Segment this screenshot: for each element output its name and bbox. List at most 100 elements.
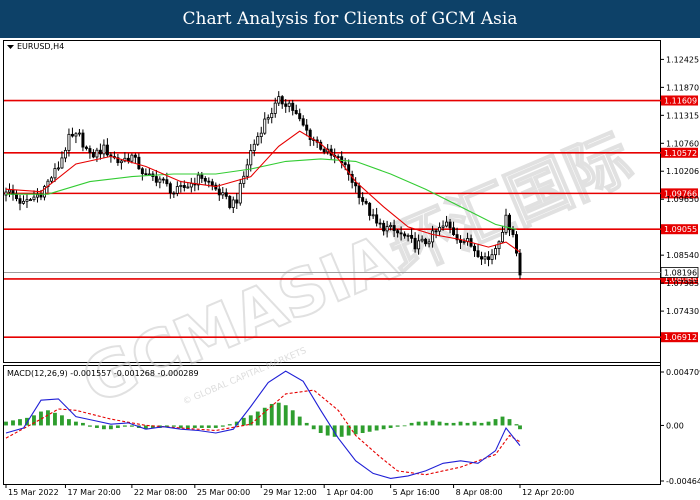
candle-body xyxy=(476,250,480,257)
candle-body xyxy=(249,150,253,166)
price-axis-label: 1.11315 xyxy=(666,111,699,120)
candle-body xyxy=(378,222,382,225)
time-axis-label: 17 Mar 20:00 xyxy=(67,488,120,497)
macd-histogram-bar xyxy=(94,425,99,428)
candle-body xyxy=(49,177,53,182)
candle-body xyxy=(15,194,18,200)
macd-histogram-bar xyxy=(171,425,176,427)
macd-histogram-bar xyxy=(67,419,71,426)
price-panel-title: EURUSD,H4 xyxy=(17,42,64,51)
time-axis-label: 15 Mar 2022 xyxy=(8,488,59,497)
candle-body xyxy=(182,185,186,188)
candle-body xyxy=(158,178,162,183)
candle-body xyxy=(480,256,484,260)
candle-body xyxy=(287,102,291,107)
candle-body xyxy=(147,173,151,176)
candle-body xyxy=(399,232,403,235)
candle-body xyxy=(368,202,372,216)
time-axis-label: 8 Apr 08:00 xyxy=(456,488,503,497)
macd-histogram-bar xyxy=(87,425,92,427)
candle-body xyxy=(242,175,246,184)
candle-body xyxy=(403,233,407,237)
macd-histogram-bar xyxy=(304,422,309,426)
candle-body xyxy=(452,227,456,235)
macd-histogram-bar xyxy=(451,422,456,426)
candle-body xyxy=(270,113,274,118)
macd-histogram-bar xyxy=(395,425,400,427)
candle-body xyxy=(140,168,144,175)
candle-body xyxy=(53,168,57,179)
macd-histogram-bar xyxy=(213,425,218,428)
macd-histogram-bar xyxy=(115,425,120,428)
candle-body xyxy=(137,156,141,170)
candle-body xyxy=(473,245,477,252)
candle-body xyxy=(105,144,109,156)
macd-histogram-bar xyxy=(493,419,498,426)
candle-body xyxy=(294,110,298,114)
candle-body xyxy=(224,192,228,197)
macd-histogram-bar xyxy=(60,415,64,426)
candle-body xyxy=(462,241,466,243)
candle-body xyxy=(130,154,134,162)
macd-histogram-bar xyxy=(367,425,372,432)
candle-body xyxy=(81,132,85,148)
macd-histogram-bar xyxy=(353,425,358,435)
macd-histogram-bar xyxy=(18,419,22,426)
time-axis-label: 22 Mar 08:00 xyxy=(134,488,187,497)
macd-histogram-bar xyxy=(297,416,302,426)
candle-body xyxy=(70,133,74,137)
macd-histogram-bar xyxy=(479,422,484,426)
macd-axis-label: -0.00464 xyxy=(666,477,700,486)
price-axis-label: 1.07430 xyxy=(666,307,699,316)
candle-body xyxy=(322,148,326,153)
candle-body xyxy=(207,180,211,183)
candle-body xyxy=(518,252,522,276)
candle-body xyxy=(56,167,60,170)
price-axis-label: 1.10760 xyxy=(666,139,699,148)
macd-histogram-bar xyxy=(500,416,505,426)
candle-body xyxy=(63,149,67,159)
candle-body xyxy=(501,231,505,243)
macd-histogram-bar xyxy=(381,425,386,430)
candle-body xyxy=(364,200,368,204)
macd-histogram-bar xyxy=(199,425,204,428)
macd-histogram-bar xyxy=(101,425,106,430)
macd-histogram-bar xyxy=(311,425,316,430)
candle-body xyxy=(179,185,183,187)
time-axis-label: 1 Apr 04:00 xyxy=(326,488,373,497)
macd-histogram-bar xyxy=(409,422,414,426)
candle-body xyxy=(277,96,281,104)
candle-body xyxy=(210,181,214,186)
current-price-label: 1.08196 xyxy=(664,269,697,278)
candle-body xyxy=(203,178,207,182)
candle-body xyxy=(291,102,295,111)
candle-body xyxy=(336,156,340,159)
candle-body xyxy=(284,103,288,107)
macd-histogram-bar xyxy=(507,419,512,426)
price-axis-label: 1.08540 xyxy=(666,251,699,260)
macd-histogram-bar xyxy=(374,425,379,431)
candle-body xyxy=(91,152,95,158)
candle-body xyxy=(77,132,81,135)
macd-histogram-bar xyxy=(53,412,57,426)
candle-body xyxy=(389,225,393,228)
candle-body xyxy=(434,230,438,233)
title-banner: Chart Analysis for Clients of GCM Asia xyxy=(0,0,700,38)
banner-title: Chart Analysis for Clients of GCM Asia xyxy=(182,9,518,29)
macd-histogram-bar xyxy=(241,417,246,426)
candle-body xyxy=(231,199,235,208)
price-axis-label: 1.07985 xyxy=(666,279,699,288)
macd-histogram-bar xyxy=(458,421,463,426)
macd-histogram-bar xyxy=(206,425,211,428)
macd-histogram-bar xyxy=(290,410,295,426)
candle-body xyxy=(172,192,176,195)
chart-canvas: GCMASIA环汇国际 © GLOBAL CAPITAL MARKETS EUR… xyxy=(3,40,700,497)
candle-body xyxy=(298,113,302,120)
price-axis-label: 1.12425 xyxy=(666,55,699,64)
candle-body xyxy=(497,241,501,249)
candle-body xyxy=(74,133,78,137)
candle-body xyxy=(186,186,190,189)
candle-body xyxy=(371,214,375,217)
macd-histogram-bar xyxy=(318,425,323,434)
candle-body xyxy=(343,162,347,166)
